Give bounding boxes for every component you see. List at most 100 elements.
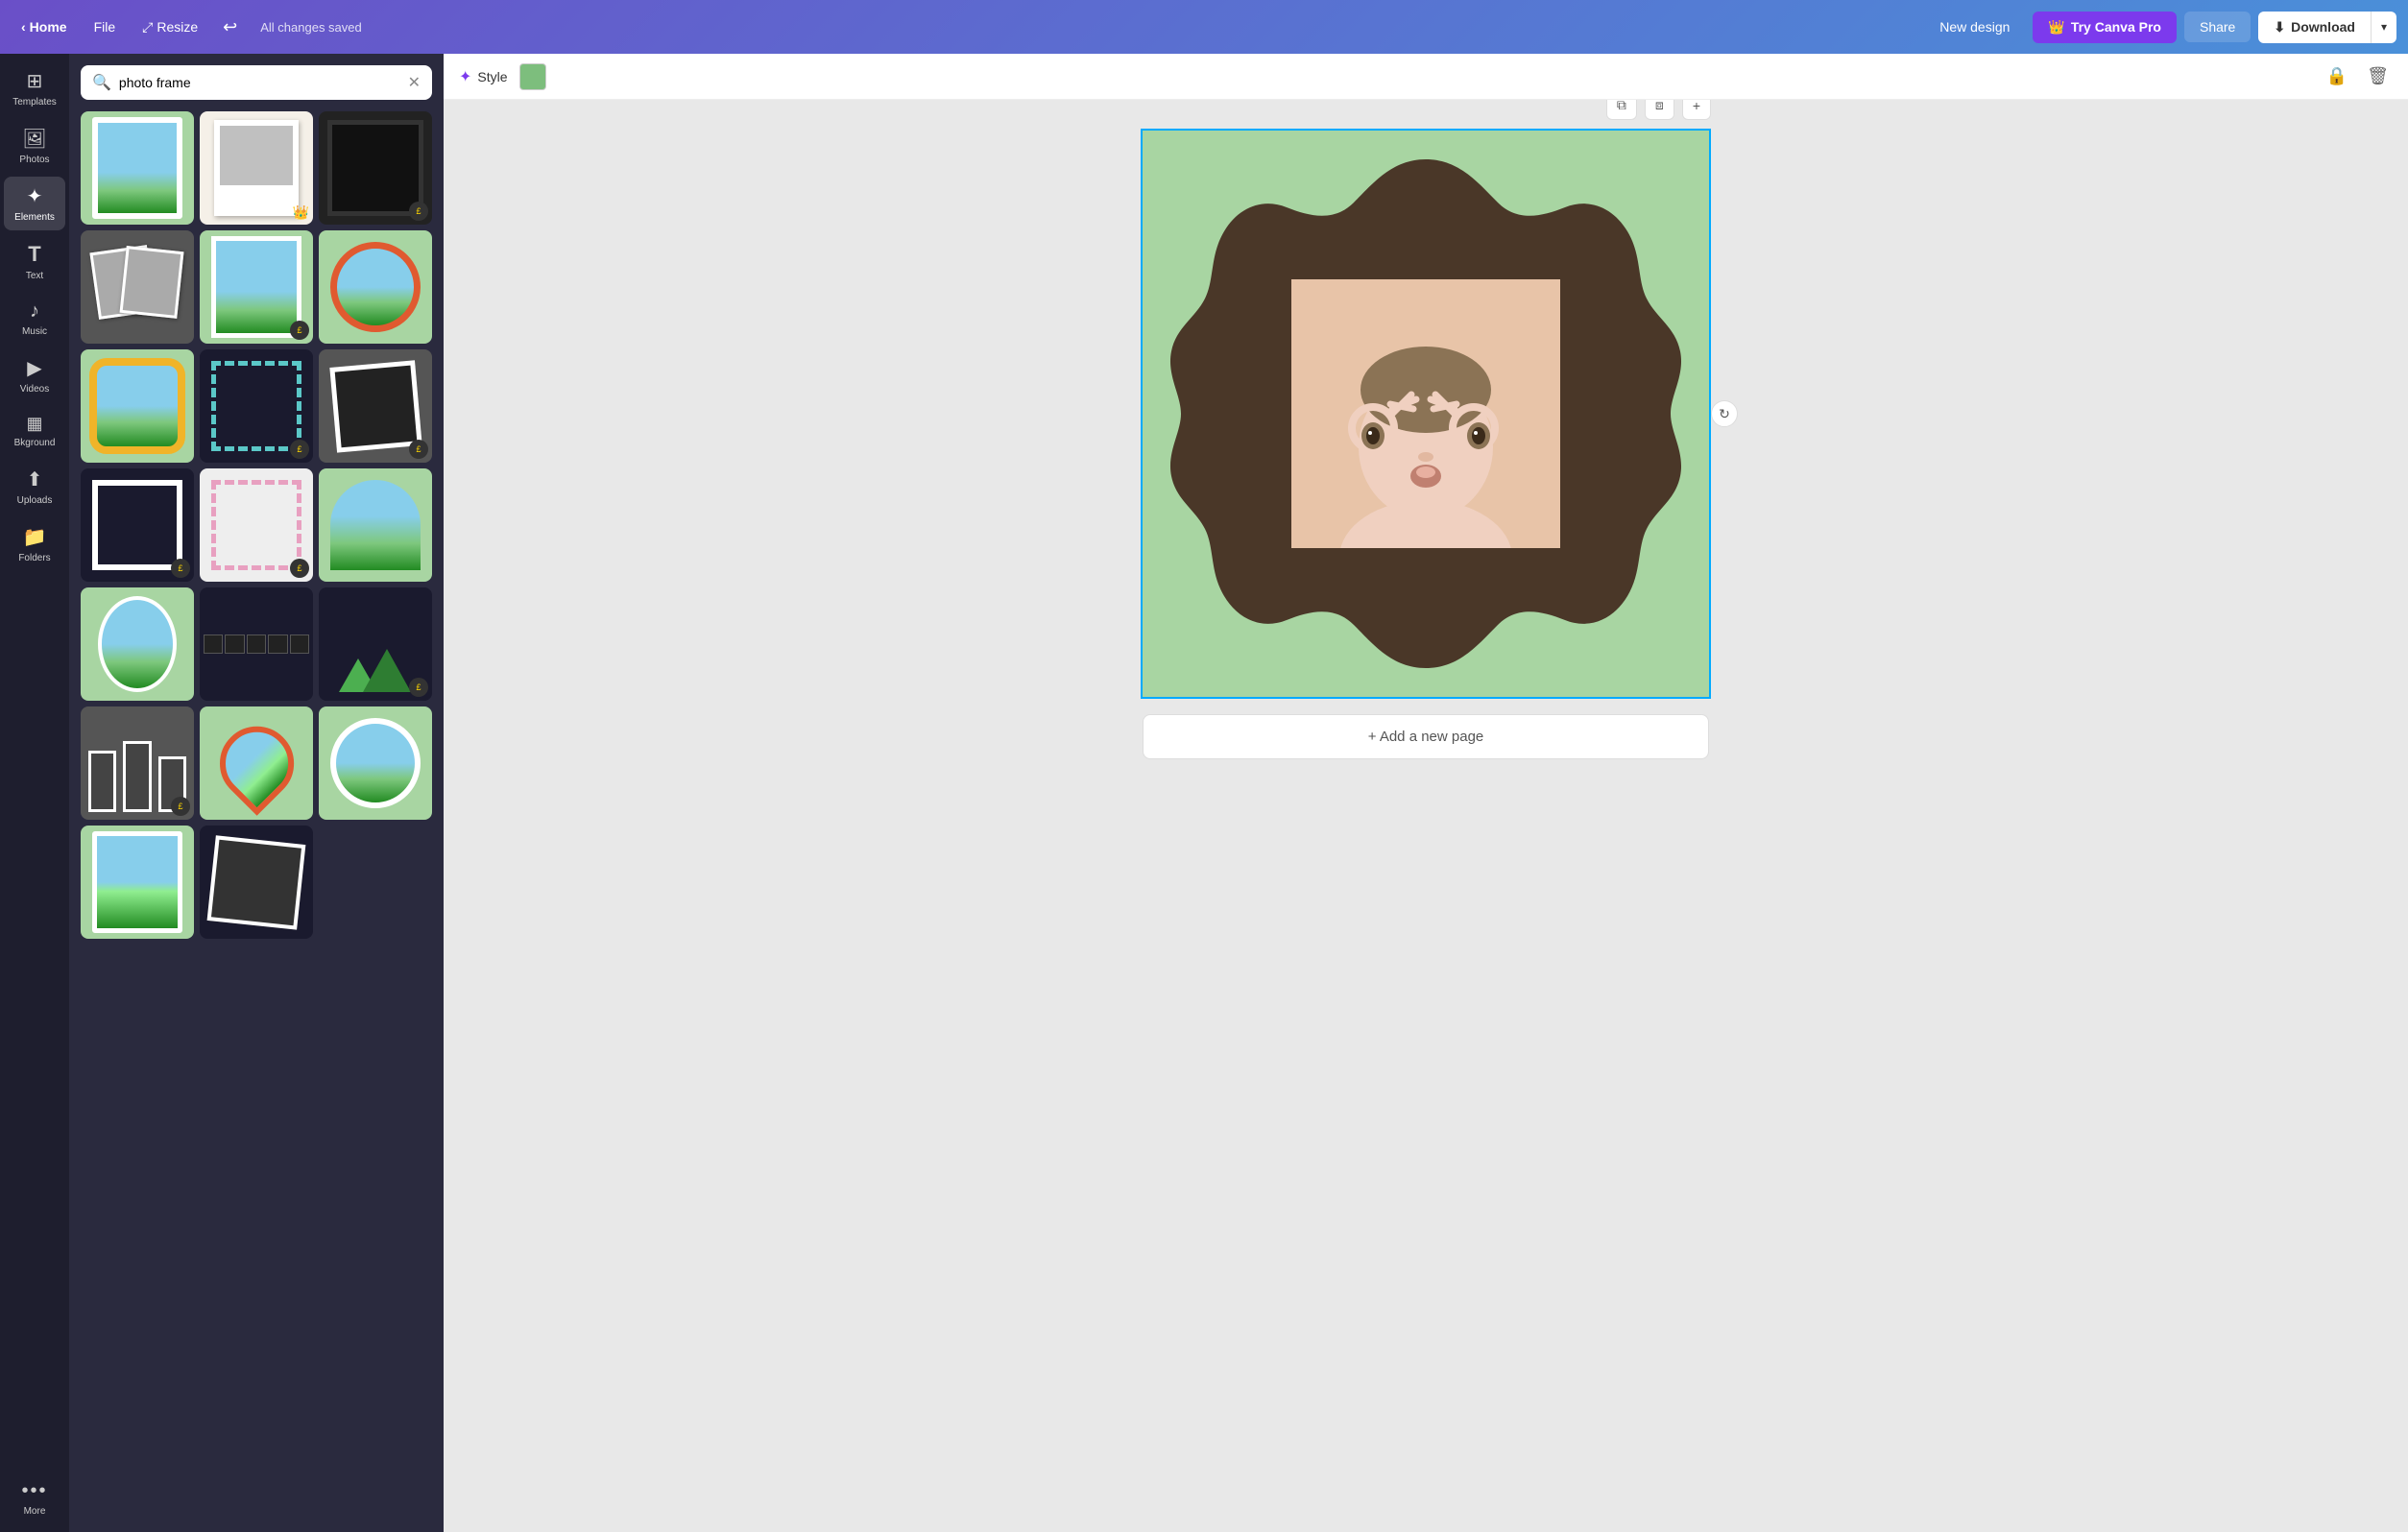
try-pro-button[interactable]: 👑 Try Canva Pro [2033,12,2177,43]
list-item[interactable] [81,349,194,463]
search-icon: 🔍 [92,73,111,92]
download-label: Download [2291,19,2355,35]
person-illustration [1291,279,1560,548]
search-clear-icon[interactable]: ✕ [408,73,421,92]
list-item[interactable] [319,468,432,582]
home-label: Home [30,19,67,35]
frame-oval-thumb [98,596,178,692]
list-item[interactable] [319,230,432,344]
frame-dark-square-thumb [92,480,182,570]
sidebar-item-folders[interactable]: 📁 Folders [4,517,65,571]
share-button[interactable]: Share [2184,12,2251,42]
add-icon: + [1693,100,1700,113]
photos-label: Photos [19,155,49,165]
new-design-button[interactable]: New design [1924,12,2025,42]
list-item[interactable] [81,587,194,701]
list-item[interactable] [200,587,313,701]
sidebar-item-uploads[interactable]: ⬆ Uploads [4,460,65,514]
elements-grid: 👑 £ £ [69,111,444,950]
sidebar-item-text[interactable]: T Text [4,234,65,289]
color-swatch-button[interactable] [519,63,546,90]
sidebar-item-templates[interactable]: ⊞ Templates [4,61,65,115]
lock-button[interactable]: 🔒 [2323,62,2351,90]
canvas-selection-box[interactable]: ↻ [1141,129,1711,699]
file-menu[interactable]: File [84,13,126,40]
list-item[interactable] [319,706,432,820]
toolbar-right-icons: 🔒 🗑 [2323,62,2393,90]
list-item[interactable]: £ [200,349,313,463]
sidebar-item-photos[interactable]: 🖼 Photos [4,119,65,173]
list-item[interactable]: £ [200,468,313,582]
pro-badge: £ [290,559,309,578]
list-item[interactable]: £ [319,111,432,225]
resize-icon: ⤢ [142,19,153,36]
sidebar-item-videos[interactable]: ▶ Videos [4,348,65,402]
sidebar-item-music[interactable]: ♪ Music [4,293,65,345]
list-item[interactable]: £ [319,349,432,463]
pro-crown-badge: 👑 [293,204,309,221]
list-item[interactable]: £ [319,587,432,701]
duplicate-button[interactable]: ⧈ [1645,100,1674,120]
frame-landscape3-thumb [92,831,182,933]
pro-badge: £ [171,797,190,816]
film-strip-thumb [204,634,223,654]
pro-badge: £ [290,321,309,340]
delete-button[interactable]: 🗑 [2363,62,2393,90]
search-bar: 🔍 ✕ [69,54,444,111]
list-item[interactable] [200,706,313,820]
list-item[interactable] [81,230,194,344]
pro-badge: £ [409,440,428,459]
polaroid-group-thumb [88,751,116,812]
add-button[interactable]: + [1682,100,1711,120]
frame-mountains-thumb [327,596,423,692]
canvas-scroll[interactable]: ⧉ ⧈ + [444,100,2408,1532]
text-icon: T [28,242,40,267]
pro-badge: £ [171,559,190,578]
main-layout: ⊞ Templates 🖼 Photos ✦ Elements T Text ♪… [0,54,2408,1532]
list-item[interactable] [81,826,194,939]
list-item[interactable]: £ [200,230,313,344]
sidebar-item-more[interactable]: ••• More [4,1472,65,1524]
frame-landscape-thumb [92,117,182,219]
background-label: Bkground [14,438,56,448]
sidebar-item-elements[interactable]: ✦ Elements [4,177,65,230]
download-dropdown-button[interactable]: ▾ [2371,12,2396,43]
download-button[interactable]: ⬇ Download [2258,12,2371,43]
copy-style-icon: ⧉ [1617,100,1626,112]
frame-pin-thumb [205,711,308,815]
nav-right-actions: New design 👑 Try Canva Pro Share ⬇ Downl… [1924,12,2396,43]
list-item[interactable]: 👑 [200,111,313,225]
resize-menu[interactable]: ⤢ Resize [132,13,207,41]
style-label: Style [477,69,507,84]
magic-style-icon: ✦ [459,67,471,86]
frame-dark-tilt-thumb [329,360,421,452]
uploads-label: Uploads [17,495,53,506]
list-item[interactable] [81,111,194,225]
frame-circle-red-thumb [330,242,421,332]
list-item[interactable]: £ [81,468,194,582]
copy-style-button[interactable]: ⧉ [1606,100,1637,120]
add-page-button[interactable]: + Add a new page [1143,714,1709,759]
style-toolbar: ✦ Style [459,67,508,86]
frame-double-polaroid-thumb [89,239,185,335]
folders-icon: 📁 [23,525,47,549]
canvas-container: ⧉ ⧈ + [1141,129,1711,775]
rotate-handle[interactable]: ↻ [1711,400,1738,427]
elements-panel: 🔍 ✕ 👑 £ [69,54,444,1532]
top-navbar: ‹ Home File ⤢ Resize ↩ All changes saved… [0,0,2408,54]
elements-icon: ✦ [27,184,43,208]
search-input-wrap: 🔍 ✕ [81,65,432,100]
list-item[interactable]: £ [81,706,194,820]
music-label: Music [22,326,47,337]
download-group: ⬇ Download ▾ [2258,12,2396,43]
sidebar-item-background[interactable]: ▦ Bkground [4,406,65,456]
search-input[interactable] [119,75,400,90]
templates-label: Templates [12,97,57,108]
resize-label: Resize [157,19,198,35]
more-icon: ••• [21,1480,47,1502]
list-item[interactable] [200,826,313,939]
home-button[interactable]: ‹ Home [12,13,77,40]
download-icon: ⬇ [2274,19,2285,36]
pro-badge: £ [409,202,428,221]
undo-button[interactable]: ↩ [215,12,245,43]
